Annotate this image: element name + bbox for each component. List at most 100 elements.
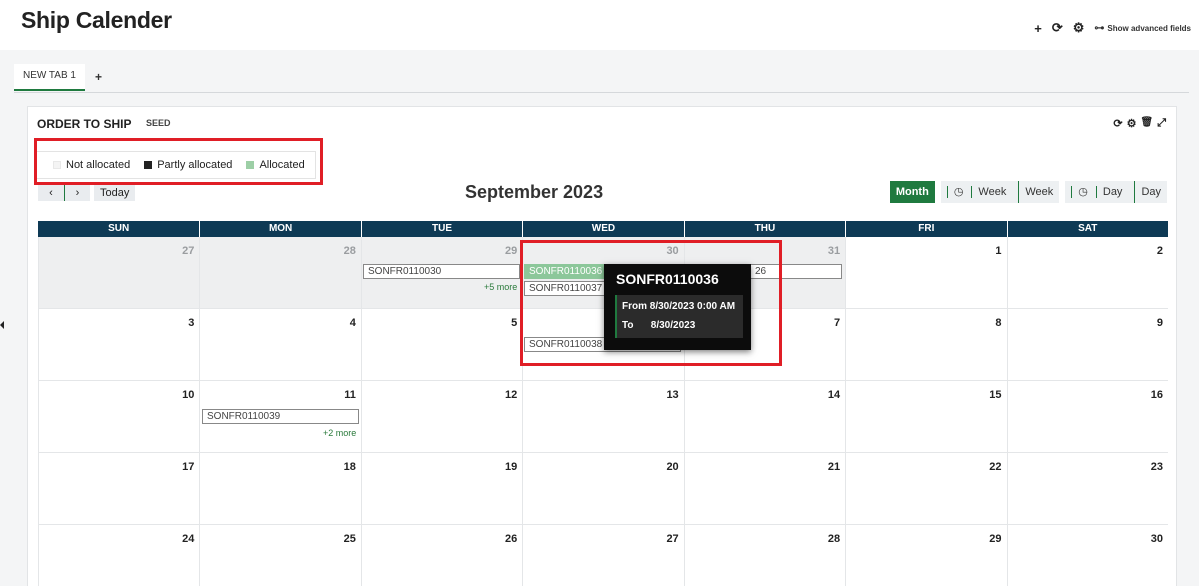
week-row: 24 25 26 27 28 29 30: [38, 525, 1168, 586]
weekday-wed: WED: [522, 221, 683, 237]
weekday-fri: FRI: [845, 221, 1006, 237]
day-number: 7: [833, 317, 841, 329]
day-number: 13: [666, 389, 679, 401]
view-week-button[interactable]: Week: [1018, 181, 1060, 203]
day-cell[interactable]: 2: [1006, 237, 1168, 308]
day-number: 28: [343, 245, 356, 257]
calendar-month-title: September 2023: [465, 182, 604, 202]
widget-gear-icon[interactable]: ⚙: [1127, 117, 1137, 130]
day-cell[interactable]: 9: [1006, 309, 1168, 380]
day-cell[interactable]: 17: [38, 453, 199, 524]
day-number: 30: [1150, 533, 1163, 545]
day-cell[interactable]: 15: [845, 381, 1006, 452]
weekday-tue: TUE: [360, 221, 522, 237]
day-number: 1: [995, 245, 1002, 257]
next-month-button[interactable]: ›: [64, 185, 90, 201]
event-sonfr0110030[interactable]: SONFR0110030: [363, 264, 520, 279]
day-cell[interactable]: 16: [1006, 381, 1168, 452]
view-week-timed-button[interactable]: ◷ Week: [940, 181, 1019, 203]
view-label: Day: [1095, 186, 1129, 198]
day-number: 28: [827, 533, 841, 545]
day-cell[interactable]: 25: [199, 525, 360, 586]
day-cell[interactable]: 30: [1006, 525, 1168, 586]
weekday-thu: THU: [683, 221, 845, 237]
day-cell[interactable]: 23: [1006, 453, 1168, 524]
show-advanced-fields-button[interactable]: ⊶ Show advanced fields: [1094, 23, 1191, 34]
calendar-nav: ‹ › Today: [38, 185, 136, 201]
day-number: 26: [505, 533, 518, 545]
day-number: 12: [505, 389, 518, 401]
day-number: 22: [989, 461, 1002, 473]
day-cell[interactable]: 29: [845, 525, 1006, 586]
widget-tools: ⟳ ⚙ 🗑 ⤢: [1113, 117, 1166, 130]
day-number: 24: [182, 533, 195, 545]
day-cell[interactable]: 28: [683, 525, 845, 586]
day-cell[interactable]: 27: [522, 525, 683, 586]
refresh-icon[interactable]: ⟳: [1052, 20, 1063, 36]
tab-divider: [14, 92, 1189, 93]
day-number: 27: [666, 533, 679, 545]
view-switcher: Month ◷ Week Week ◷ Day Day: [889, 181, 1167, 203]
day-cell[interactable]: 18: [199, 453, 360, 524]
add-icon[interactable]: +: [1034, 21, 1042, 36]
tab-new-tab-1[interactable]: NEW TAB 1: [14, 63, 85, 91]
day-number: 4: [349, 317, 356, 329]
day-cell[interactable]: 4: [199, 309, 360, 380]
more-events-link[interactable]: +2 more: [323, 428, 1197, 438]
view-label: Week: [971, 186, 1013, 198]
day-cell[interactable]: 28: [199, 237, 361, 308]
widget-refresh-icon[interactable]: ⟳: [1113, 117, 1122, 130]
day-number: 29: [505, 245, 518, 257]
day-number: 17: [182, 461, 195, 473]
day-cell[interactable]: 19: [360, 453, 522, 524]
clock-icon: ◷: [946, 186, 970, 198]
day-number: 20: [666, 461, 679, 473]
day-cell[interactable]: 20: [522, 453, 683, 524]
day-number: 27: [182, 245, 195, 257]
day-number: 11: [344, 389, 356, 401]
day-cell[interactable]: 8: [845, 309, 1006, 380]
prev-next-group: ‹ ›: [38, 185, 90, 201]
day-number: 23: [1150, 461, 1163, 473]
header-tools: + ⟳ ⚙ ⊶ Show advanced fields: [1034, 20, 1191, 36]
collapse-arrow-icon[interactable]: [0, 321, 4, 329]
day-number: 3: [188, 317, 195, 329]
day-cell[interactable]: 12: [360, 381, 522, 452]
view-day-button[interactable]: Day: [1134, 181, 1167, 203]
day-cell[interactable]: 13: [522, 381, 683, 452]
tab-bar: NEW TAB 1 +: [14, 62, 102, 92]
day-cell[interactable]: 26: [360, 525, 522, 586]
today-button[interactable]: Today: [94, 185, 136, 201]
day-number: 16: [1150, 389, 1163, 401]
add-tab-button[interactable]: +: [95, 70, 102, 84]
day-number: 15: [989, 389, 1002, 401]
day-cell[interactable]: 14: [683, 381, 845, 452]
day-cell[interactable]: 3: [38, 309, 199, 380]
day-number: 8: [995, 317, 1002, 329]
day-number: 10: [182, 389, 195, 401]
event-highlight-box: [520, 240, 782, 366]
page-title: Ship Calender: [21, 7, 172, 33]
day-cell[interactable]: 24: [38, 525, 199, 586]
widget-subtitle: SEED: [146, 118, 171, 128]
widget-trash-icon[interactable]: 🗑: [1140, 117, 1153, 130]
day-number: 14: [827, 389, 841, 401]
view-month-button[interactable]: Month: [889, 181, 935, 203]
event-sonfr0110039[interactable]: SONFR0110039: [202, 409, 359, 424]
day-number: 9: [1156, 317, 1163, 329]
clock-icon: ◷: [1071, 186, 1094, 198]
day-number: 19: [505, 461, 518, 473]
day-cell[interactable]: 1: [845, 237, 1006, 308]
day-cell[interactable]: 10: [38, 381, 199, 452]
prev-month-button[interactable]: ‹: [38, 185, 64, 201]
view-day-timed-button[interactable]: ◷ Day: [1065, 181, 1135, 203]
widget-expand-icon[interactable]: ⤢: [1157, 117, 1166, 130]
gear-icon[interactable]: ⚙: [1073, 20, 1085, 36]
day-number: 18: [343, 461, 356, 473]
day-cell[interactable]: 21: [683, 453, 845, 524]
day-cell[interactable]: 22: [845, 453, 1006, 524]
weekday-sun: SUN: [108, 223, 130, 234]
day-cell[interactable]: 27: [38, 237, 200, 308]
day-number: 21: [827, 461, 841, 473]
day-cell[interactable]: 5: [360, 309, 522, 380]
